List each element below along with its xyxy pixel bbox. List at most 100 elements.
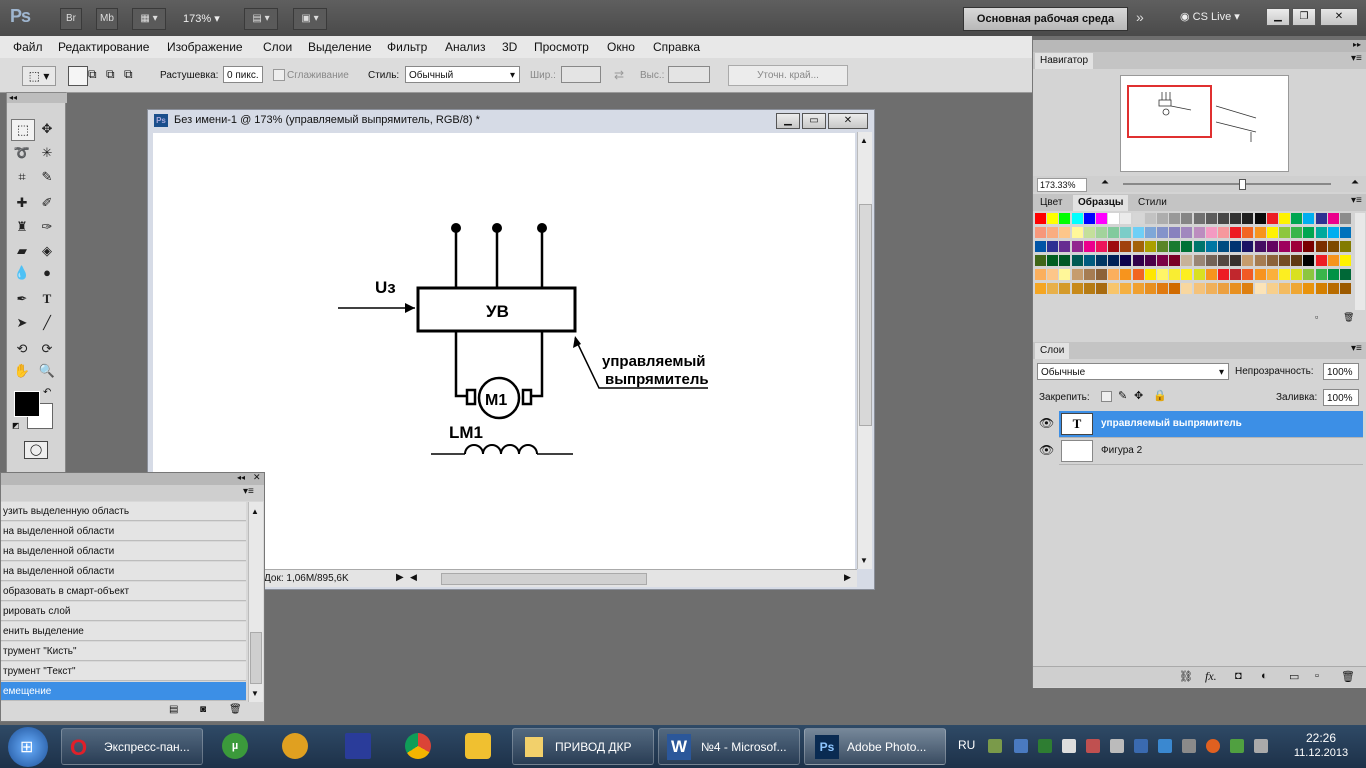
layer-name[interactable]: Фигура 2 — [1101, 438, 1142, 464]
swatch[interactable] — [1254, 213, 1266, 224]
language-indicator[interactable]: RU — [958, 738, 975, 752]
swatch[interactable] — [1218, 269, 1229, 280]
swatch[interactable] — [1071, 227, 1083, 238]
swatch[interactable] — [1059, 255, 1071, 266]
swatch[interactable] — [1242, 227, 1254, 238]
subtract-selection-icon[interactable]: ⧉ — [106, 67, 115, 82]
swatch[interactable] — [1303, 283, 1315, 294]
magic-wand-tool-icon[interactable]: ✳ — [36, 143, 58, 163]
swatch[interactable] — [1083, 241, 1095, 252]
swatch[interactable] — [1096, 213, 1107, 224]
swatch[interactable] — [1279, 283, 1290, 294]
arrange-documents-button[interactable]: ▤ ▾ — [244, 8, 278, 30]
swatch[interactable] — [1242, 269, 1254, 280]
swatch[interactable] — [1059, 283, 1071, 294]
swap-colors-icon[interactable]: ↶ — [43, 387, 51, 398]
swatch[interactable] — [1340, 255, 1351, 266]
history-scroll-thumb[interactable] — [250, 632, 262, 684]
panel-menu-icon[interactable]: ▾≡ — [243, 486, 254, 497]
dock-collapse-icon[interactable]: ▸▸ — [1353, 40, 1361, 49]
swatch[interactable] — [1157, 241, 1168, 252]
swatch[interactable] — [1327, 213, 1339, 224]
swatch[interactable] — [1291, 227, 1303, 238]
swatch[interactable] — [1327, 283, 1339, 294]
adjustment-layer-icon[interactable]: ◐ — [1261, 670, 1268, 682]
swatch[interactable] — [1181, 255, 1193, 266]
icq-icon[interactable] — [465, 733, 491, 759]
swatch[interactable] — [1047, 213, 1059, 224]
layer-name[interactable]: управляемый выпрямитель — [1101, 411, 1242, 437]
tab-navigator[interactable]: Навигатор — [1035, 53, 1094, 69]
swatch[interactable] — [1157, 269, 1168, 280]
swatch[interactable] — [1291, 241, 1303, 252]
swatch[interactable] — [1254, 241, 1266, 252]
swatch[interactable] — [1181, 227, 1193, 238]
swatch[interactable] — [1193, 283, 1205, 294]
swatch[interactable] — [1096, 255, 1107, 266]
swatch[interactable] — [1120, 227, 1132, 238]
swatch[interactable] — [1327, 227, 1339, 238]
zoom-in-icon[interactable]: ⏶ — [1351, 177, 1359, 188]
tray-display-icon[interactable] — [1158, 739, 1172, 753]
foreground-color-swatch[interactable] — [14, 391, 40, 417]
start-button[interactable]: ⊞ — [8, 727, 48, 767]
minibridge-button[interactable]: Mb — [96, 8, 118, 30]
dodge-tool-icon[interactable]: ● — [36, 263, 58, 283]
swatch[interactable] — [1108, 269, 1120, 280]
navigator-thumbnail[interactable] — [1120, 75, 1289, 172]
opacity-input[interactable]: 100% — [1323, 363, 1359, 380]
line-tool-icon[interactable]: ╱ — [36, 313, 58, 333]
task-explorer[interactable]: ПРИВОД ДКР — [512, 728, 654, 765]
doc-close-button[interactable]: ✕ — [828, 113, 868, 129]
blend-mode-select[interactable]: Обычные ▾ — [1037, 363, 1229, 380]
add-selection-icon[interactable]: ⧉ — [88, 67, 97, 82]
swatch[interactable] — [1035, 241, 1046, 252]
swatch[interactable] — [1291, 255, 1303, 266]
paint-bucket-tool-icon[interactable]: ◈ — [36, 241, 58, 261]
swatch[interactable] — [1120, 269, 1132, 280]
clock[interactable]: 22:26 11.12.2013 — [1290, 731, 1352, 759]
width-input[interactable] — [561, 66, 601, 83]
layer-visibility-toggle[interactable]: 👁 — [1033, 438, 1057, 464]
zoom-level[interactable]: 173% ▾ — [183, 12, 220, 25]
tray-antivirus-icon[interactable] — [1086, 739, 1100, 753]
utorrent-icon[interactable]: µ — [222, 733, 248, 759]
maximize-button[interactable]: ❐ — [1292, 8, 1316, 26]
chrome-icon[interactable] — [405, 733, 431, 759]
cs-live-button[interactable]: ◉ CS Live ▾ — [1180, 10, 1240, 23]
menu-analysis[interactable]: Анализ — [445, 40, 486, 54]
swatch[interactable] — [1035, 227, 1046, 238]
swatch[interactable] — [1059, 269, 1071, 280]
swatch[interactable] — [1193, 241, 1205, 252]
swatch[interactable] — [1218, 227, 1229, 238]
swatch[interactable] — [1169, 213, 1181, 224]
swatch[interactable] — [1230, 213, 1242, 224]
tab-styles[interactable]: Стили — [1133, 195, 1172, 211]
antialias-checkbox[interactable] — [273, 69, 285, 81]
swatch[interactable] — [1340, 241, 1351, 252]
new-group-icon[interactable]: ▭ — [1289, 670, 1299, 683]
swatch[interactable] — [1303, 269, 1315, 280]
refine-edge-button[interactable]: Уточн. край... — [728, 65, 848, 86]
swatch[interactable] — [1315, 213, 1327, 224]
swatch[interactable] — [1218, 213, 1229, 224]
swatch[interactable] — [1230, 241, 1242, 252]
swatch[interactable] — [1157, 255, 1168, 266]
task-photoshop[interactable]: Ps Adobe Photo... — [804, 728, 946, 765]
brush-tool-icon[interactable]: ✐ — [36, 193, 58, 213]
menu-file[interactable]: Файл — [13, 40, 43, 54]
horizontal-scroll-thumb[interactable] — [441, 573, 647, 585]
swatch[interactable] — [1108, 255, 1120, 266]
minimize-button[interactable]: ▁ — [1266, 8, 1290, 26]
swatch[interactable] — [1242, 241, 1254, 252]
swatch[interactable] — [1230, 283, 1242, 294]
floppy-icon[interactable] — [345, 733, 371, 759]
scroll-right-icon[interactable]: ▶ — [844, 572, 851, 583]
swatch[interactable] — [1132, 213, 1144, 224]
swatch[interactable] — [1303, 213, 1315, 224]
tray-opera-icon[interactable] — [1206, 739, 1220, 753]
lock-position-icon[interactable]: ✥ — [1134, 389, 1143, 402]
swatch[interactable] — [1108, 283, 1120, 294]
marquee-preset-picker[interactable]: ⬚ ▾ — [22, 66, 56, 86]
swatch[interactable] — [1059, 213, 1071, 224]
